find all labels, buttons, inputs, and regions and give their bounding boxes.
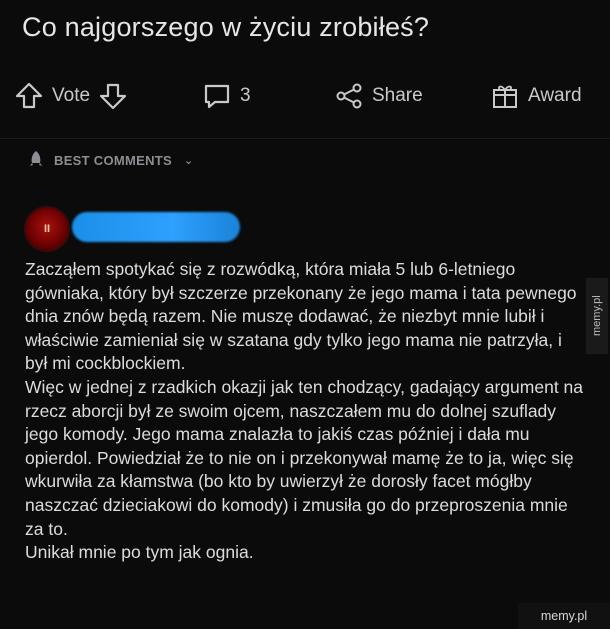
gift-icon	[490, 81, 520, 111]
vote-label: Vote	[52, 85, 91, 106]
arrow-down-icon[interactable]	[98, 81, 128, 111]
share-label: Share	[372, 85, 423, 106]
divider	[0, 138, 610, 139]
award-label: Award	[528, 85, 582, 106]
comment-paragraph: Zacząłem spotykać się z rozwódką, która …	[25, 259, 577, 374]
comment-sort-dropdown[interactable]: BEST COMMENTS ⌄	[28, 146, 194, 174]
comment-icon	[202, 81, 232, 111]
comment-body: Zacząłem spotykać się z rozwódką, która …	[25, 258, 585, 565]
vote-control[interactable]: Vote	[14, 76, 128, 116]
avatar[interactable]: II	[24, 206, 70, 252]
chevron-down-icon: ⌄	[184, 154, 194, 167]
award-button[interactable]: Award	[490, 76, 582, 116]
post-action-bar: Vote 3 Share Award	[0, 76, 610, 116]
share-icon	[334, 81, 364, 111]
sort-label: BEST COMMENTS	[54, 152, 173, 168]
watermark-side: memy.pl	[586, 278, 608, 354]
comment-count: 3	[240, 85, 251, 106]
comment-paragraph: Unikał mnie po tym jak ognia.	[25, 542, 254, 563]
comment-paragraph: Więc w jednej z rzadkich okazji jak ten …	[25, 376, 584, 539]
watermark-corner: memy.pl	[518, 603, 610, 629]
share-button[interactable]: Share	[334, 76, 423, 116]
arrow-up-icon[interactable]	[14, 81, 44, 111]
post-title: Co najgorszego w życiu zrobiłeś?	[22, 12, 430, 42]
comments-button[interactable]: 3	[202, 76, 251, 116]
username-redaction	[72, 212, 240, 242]
rocket-icon	[28, 150, 44, 171]
